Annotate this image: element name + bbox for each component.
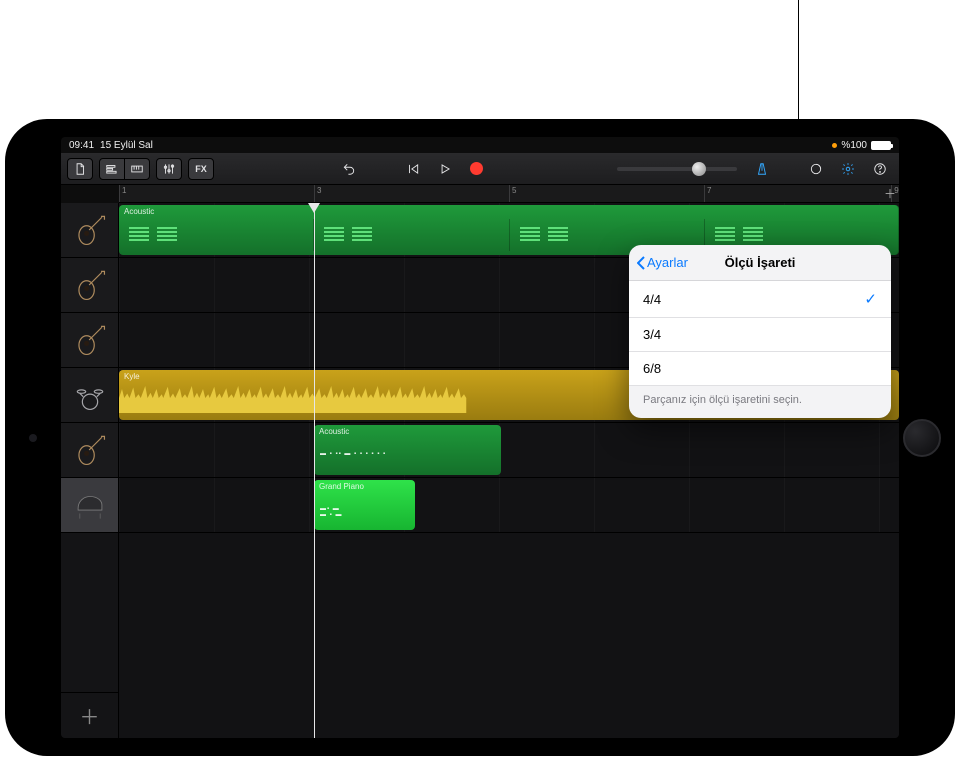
play-button[interactable] — [432, 158, 458, 180]
master-volume-slider[interactable] — [617, 167, 737, 171]
help-button[interactable] — [867, 158, 893, 180]
track-header[interactable] — [61, 313, 118, 368]
sliders-icon — [162, 162, 176, 176]
track-header[interactable] — [61, 423, 118, 478]
document-icon — [73, 162, 87, 176]
tracks-view-icon — [105, 162, 119, 176]
home-button[interactable] — [903, 419, 941, 457]
acoustic-guitar-icon — [73, 213, 107, 247]
popover-footer: Parçanız için ölçü işaretini seçin. — [629, 386, 891, 418]
instrument-view-button[interactable] — [124, 158, 150, 180]
time-signature-popover: Ayarlar Ölçü İşareti 4/4 ✓ 3/4 6 — [629, 245, 891, 418]
track-header[interactable] — [61, 368, 118, 423]
help-icon — [873, 162, 887, 176]
view-toggle — [99, 158, 150, 180]
region-label: Kyle — [124, 372, 140, 381]
option-label: 6/8 — [643, 361, 661, 376]
undo-icon — [342, 162, 356, 176]
midi-notes-icon: ▬▪ ▬▬ ▪ ▬ — [320, 506, 409, 524]
tracks-area: ＋ Acoustic — [61, 203, 899, 738]
fx-button[interactable]: FX — [188, 158, 214, 180]
track-header[interactable] — [61, 258, 118, 313]
loop-icon — [809, 162, 823, 176]
gear-icon — [841, 162, 855, 176]
front-camera — [29, 434, 37, 442]
play-icon — [438, 162, 452, 176]
chevron-left-icon — [637, 256, 645, 270]
record-button[interactable] — [464, 158, 490, 180]
tracks-view-button[interactable] — [99, 158, 125, 180]
acoustic-guitar-icon — [73, 433, 107, 467]
loop-browser-button[interactable] — [803, 158, 829, 180]
track-headers: ＋ — [61, 203, 119, 738]
option-label: 3/4 — [643, 327, 661, 342]
region-label: Grand Piano — [319, 482, 364, 491]
ipad-frame: 09:41 15 Eylül Sal %100 — [5, 119, 955, 756]
track-lane[interactable]: Grand Piano ▬▪ ▬▬ ▪ ▬ — [119, 478, 899, 533]
track-lanes[interactable]: Acoustic — [119, 203, 899, 738]
time-signature-option[interactable]: 6/8 — [629, 352, 891, 386]
track-header[interactable] — [61, 203, 118, 258]
metronome-button[interactable] — [749, 158, 775, 180]
drum-kit-icon — [73, 378, 107, 412]
toolbar: FX — [61, 153, 899, 185]
keyboard-icon — [130, 162, 144, 176]
add-section-button[interactable]: ＋ — [883, 186, 897, 200]
time-signature-option[interactable]: 3/4 — [629, 318, 891, 352]
ruler-tick: 3 — [314, 185, 323, 202]
popover-header: Ayarlar Ölçü İşareti — [629, 245, 891, 281]
my-songs-button[interactable] — [67, 158, 93, 180]
rewind-icon — [406, 162, 420, 176]
status-time: 09:41 — [69, 140, 94, 151]
track-lane[interactable]: Acoustic ▬ ▪ ▪▪ ▬ ▪ ▪ ▪ ▪ ▪ ▪ — [119, 423, 899, 478]
grand-piano-icon — [73, 488, 107, 522]
settings-button[interactable] — [835, 158, 861, 180]
acoustic-guitar-icon — [73, 268, 107, 302]
acoustic-guitar-icon — [73, 323, 107, 357]
track-controls-button[interactable] — [156, 158, 182, 180]
undo-button[interactable] — [336, 158, 362, 180]
ruler-tick: 1 — [119, 185, 128, 202]
status-date: 15 Eylül Sal — [100, 140, 153, 151]
ruler-tick: 5 — [509, 185, 518, 202]
region-label: Acoustic — [319, 427, 349, 436]
checkmark-icon: ✓ — [864, 290, 877, 308]
recording-indicator-icon — [832, 143, 837, 148]
popover-back-button[interactable]: Ayarlar — [637, 245, 688, 280]
app-screen: 09:41 15 Eylül Sal %100 — [61, 137, 899, 738]
ruler-tick: 7 — [704, 185, 713, 202]
midi-notes-icon: ▬ ▪ ▪▪ ▬ ▪ ▪ ▪ ▪ ▪ ▪ — [320, 451, 495, 469]
plus-icon: ＋ — [80, 701, 100, 730]
midi-region[interactable]: Acoustic ▬ ▪ ▪▪ ▬ ▪ ▪ ▪ ▪ ▪ ▪ — [314, 425, 501, 475]
record-icon — [470, 162, 483, 175]
status-bar: 09:41 15 Eylül Sal %100 — [61, 137, 899, 153]
popover-back-label: Ayarlar — [647, 255, 688, 270]
slider-thumb[interactable] — [692, 162, 706, 176]
battery-percent: %100 — [841, 140, 867, 151]
track-header[interactable] — [61, 478, 118, 533]
popover-title: Ölçü İşareti — [725, 255, 796, 270]
fx-label: FX — [195, 164, 207, 174]
time-signature-option[interactable]: 4/4 ✓ — [629, 281, 891, 318]
add-track-button[interactable]: ＋ — [61, 692, 118, 738]
go-to-start-button[interactable] — [400, 158, 426, 180]
region-label: Acoustic — [124, 207, 154, 216]
time-signature-list: 4/4 ✓ 3/4 6/8 — [629, 281, 891, 386]
option-label: 4/4 — [643, 292, 661, 307]
midi-region[interactable]: Grand Piano ▬▪ ▬▬ ▪ ▬ — [314, 480, 415, 530]
battery-icon — [871, 141, 891, 150]
timeline-ruler[interactable]: 1 3 5 7 9 ＋ — [119, 185, 899, 203]
metronome-icon — [755, 162, 769, 176]
